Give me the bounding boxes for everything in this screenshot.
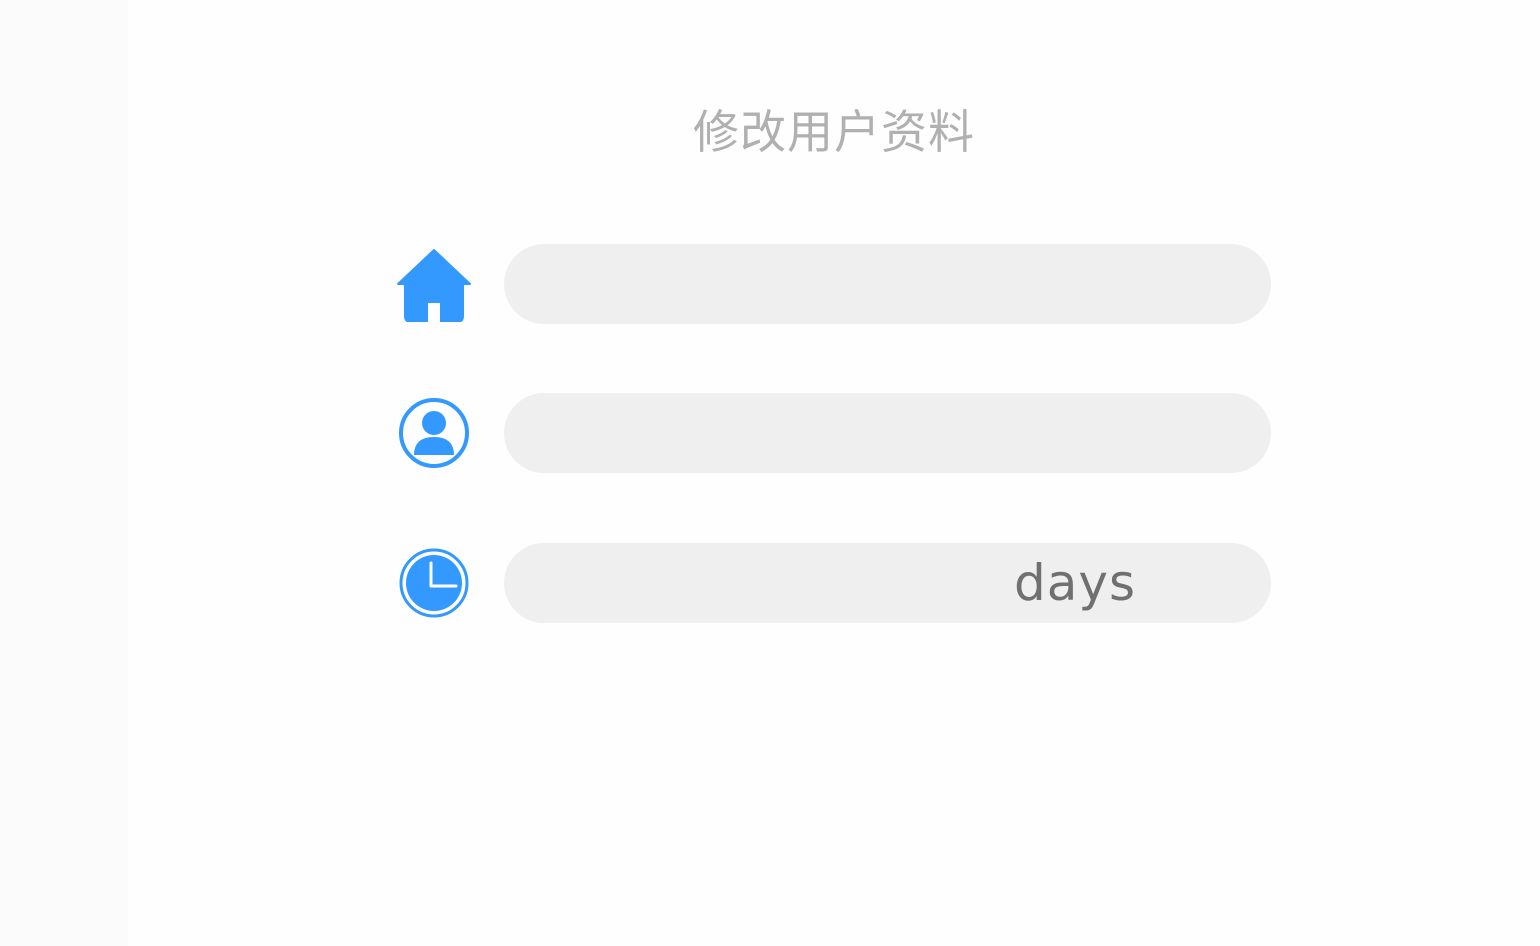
page-title: 修改用户资料 — [693, 105, 975, 159]
clock-icon — [396, 543, 472, 623]
days-input[interactable] — [504, 543, 1271, 623]
side-gutter — [0, 0, 128, 946]
home-icon — [396, 244, 472, 324]
user-row — [396, 393, 1272, 473]
user-icon — [396, 393, 472, 473]
edit-profile-card: 修改用户资料 — [128, 0, 1540, 946]
days-suffix-label: days — [1014, 554, 1137, 612]
days-row: days — [396, 543, 1272, 623]
page: 修改用户资料 days — [0, 0, 1540, 946]
home-input[interactable] — [504, 244, 1271, 324]
home-row — [396, 244, 1272, 324]
username-input[interactable] — [504, 393, 1271, 473]
